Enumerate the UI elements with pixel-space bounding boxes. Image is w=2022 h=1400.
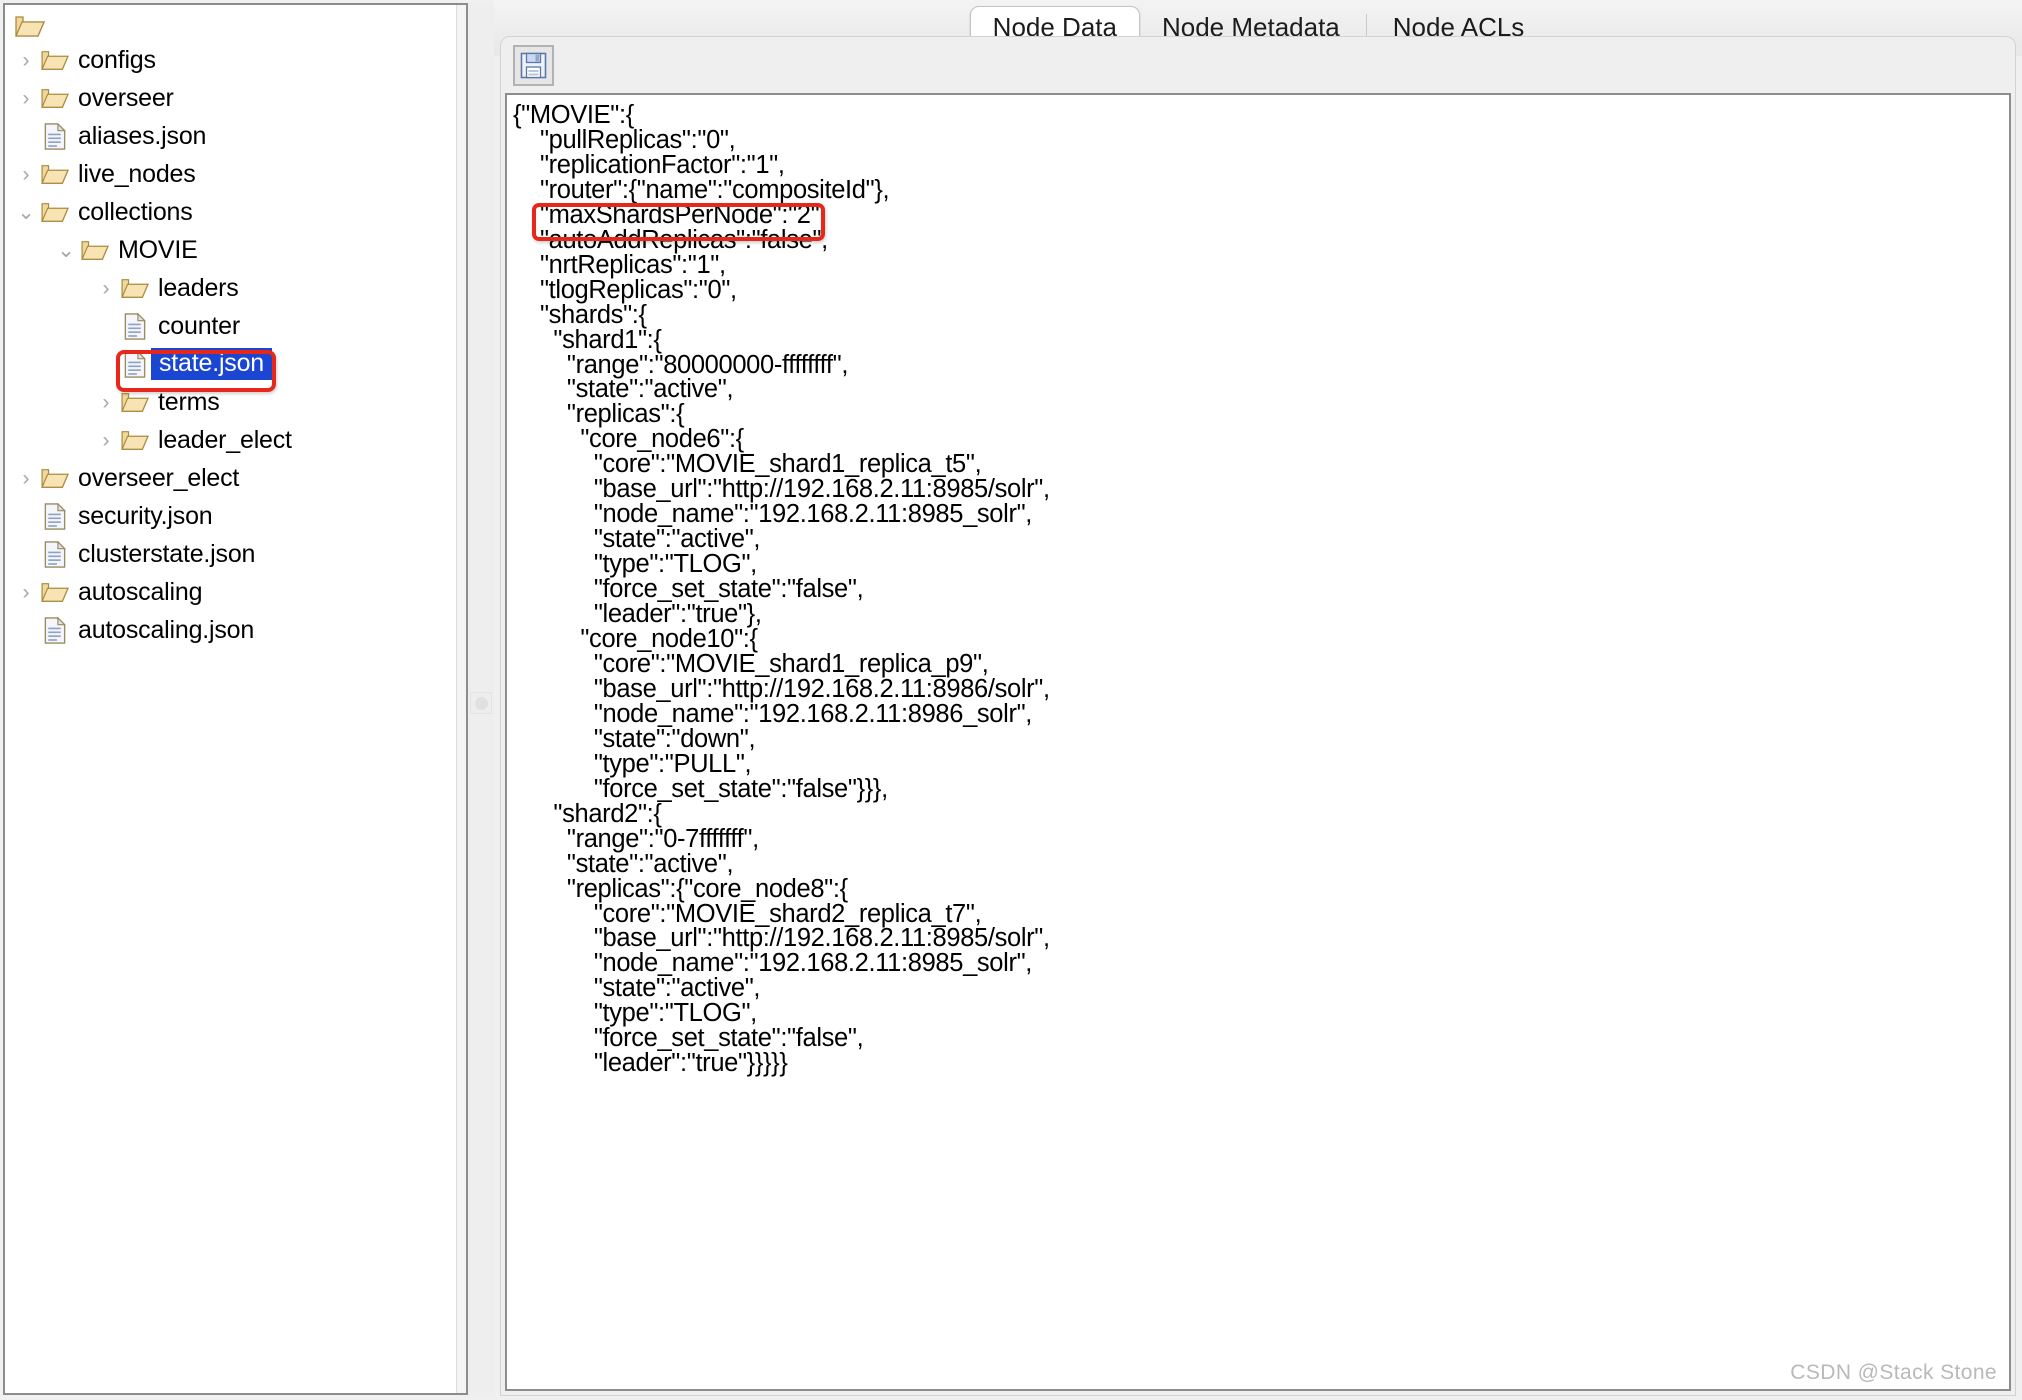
json-content-text[interactable]: {"MOVIE":{ "pullReplicas":"0", "replicat… [507, 95, 1050, 1076]
json-editor-area[interactable]: {"MOVIE":{ "pullReplicas":"0", "replicat… [505, 93, 2011, 1391]
tree-vertical-scrollbar[interactable] [456, 5, 466, 1393]
folder-icon [39, 86, 71, 110]
panel-splitter[interactable] [468, 3, 494, 1395]
splitter-grip-dot [474, 696, 488, 710]
tree-item-label: security.json [78, 501, 213, 530]
chevron-right-icon[interactable]: › [93, 430, 119, 451]
tree-item-live-nodes[interactable]: › live_nodes [5, 155, 456, 193]
folder-icon [39, 48, 71, 72]
chevron-right-icon[interactable]: › [93, 392, 119, 413]
tree-item-movie[interactable]: ⌄ MOVIE [5, 231, 456, 269]
chevron-right-icon[interactable]: › [13, 50, 39, 71]
folder-icon [119, 428, 151, 452]
tree-item-label: configs [78, 45, 156, 74]
zookeeper-tree-panel: › configs › overseer aliases.json › live_node… [3, 3, 468, 1395]
tree-item-label: leader_elect [158, 425, 292, 454]
tree-item-leaders[interactable]: › leaders [5, 269, 456, 307]
tree-scroll-region[interactable]: › configs › overseer aliases.json › live_node… [5, 5, 456, 1393]
tree-item-label: state.json [151, 348, 273, 380]
folder-icon [39, 580, 71, 604]
tree-item-collections[interactable]: ⌄ collections [5, 193, 456, 231]
chevron-right-icon[interactable]: › [13, 582, 39, 603]
tree-item-security-json[interactable]: security.json [5, 497, 456, 535]
document-icon [39, 616, 71, 644]
document-icon [39, 540, 71, 568]
document-icon [119, 350, 151, 378]
document-icon [119, 312, 151, 340]
splitter-grip-handle[interactable] [470, 692, 492, 714]
tree-item-autoscaling[interactable]: › autoscaling [5, 573, 456, 611]
tree-item-label: live_nodes [78, 159, 196, 188]
tree-item-leader-elect[interactable]: › leader_elect [5, 421, 456, 459]
app-window: › configs › overseer aliases.json › live_node… [0, 0, 2022, 1400]
editor-toolbar [501, 37, 2015, 93]
tree-item-overseer[interactable]: › overseer [5, 79, 456, 117]
document-icon [39, 502, 71, 530]
folder-icon [79, 238, 111, 262]
chevron-down-icon[interactable]: ⌄ [13, 202, 39, 223]
tree-item-overseer-elect[interactable]: › overseer_elect [5, 459, 456, 497]
tree-item-label: leaders [158, 273, 239, 302]
folder-icon [39, 466, 71, 490]
save-floppy-icon [520, 52, 547, 78]
save-button[interactable] [513, 44, 554, 86]
folder-icon [119, 276, 151, 300]
tree-item-label: counter [158, 311, 240, 340]
chevron-down-icon[interactable]: ⌄ [53, 240, 79, 261]
chevron-right-icon[interactable]: › [13, 164, 39, 185]
chevron-right-icon[interactable]: › [93, 278, 119, 299]
tree-item-label: collections [78, 197, 193, 226]
tree-item-counter[interactable]: counter [5, 307, 456, 345]
folder-icon [39, 200, 71, 224]
tree-item-state-json[interactable]: state.json [5, 345, 456, 383]
node-data-card: {"MOVIE":{ "pullReplicas":"0", "replicat… [500, 36, 2016, 1396]
tree-item-configs[interactable]: › configs [5, 41, 456, 79]
folder-icon [119, 390, 151, 414]
tree-item-aliases-json[interactable]: aliases.json [5, 117, 456, 155]
tree-item-autoscaling-json[interactable]: autoscaling.json [5, 611, 456, 649]
tree-item-label: aliases.json [78, 121, 207, 150]
node-detail-panel: Node Data Node Metadata Node ACLs {"MOVIE" [494, 0, 2022, 1400]
folder-icon [39, 162, 71, 186]
tree-item-label: autoscaling [78, 577, 203, 606]
document-icon [39, 122, 71, 150]
tree-item-label: overseer [78, 83, 174, 112]
tree-item-label: terms [158, 387, 220, 416]
tree-item-label: clusterstate.json [78, 539, 256, 568]
tree-item-label: MOVIE [118, 235, 198, 264]
tree-item-clusterstate-json[interactable]: clusterstate.json [5, 535, 456, 573]
tree-root-folder-icon[interactable] [5, 5, 456, 41]
tree-item-label: overseer_elect [78, 463, 240, 492]
tree-item-list: › configs › overseer aliases.json › live_node… [5, 41, 456, 649]
chevron-right-icon[interactable]: › [13, 468, 39, 489]
chevron-right-icon[interactable]: › [13, 88, 39, 109]
watermark-text: CSDN @Stack Stone [1790, 1361, 1997, 1384]
tree-item-terms[interactable]: › terms [5, 383, 456, 421]
tree-item-label: autoscaling.json [78, 615, 255, 644]
